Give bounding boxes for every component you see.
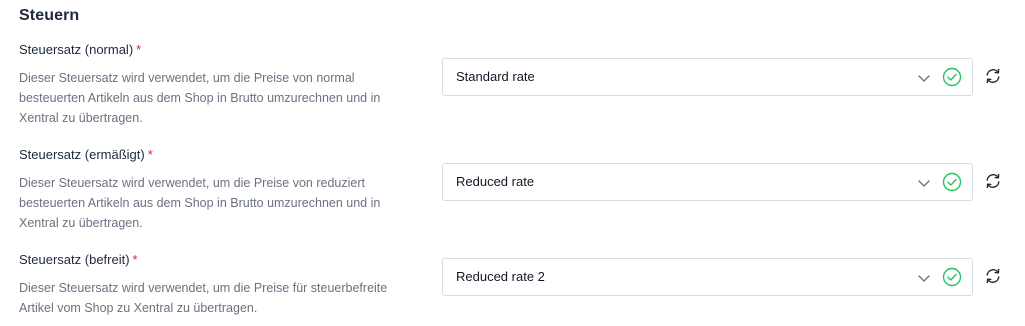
refresh-icon[interactable]	[984, 67, 1002, 85]
refresh-icon[interactable]	[984, 267, 1002, 285]
field-description: Dieser Steuersatz wird verwendet, um die…	[19, 281, 388, 315]
required-marker: *	[147, 147, 153, 162]
taxes-section: Steuern Steuersatz (normal) * Dieser Steu…	[0, 0, 1025, 326]
chevron-down-icon[interactable]	[917, 176, 931, 190]
field-label: Steuersatz (normal) *	[19, 42, 141, 57]
check-circle-icon	[942, 67, 962, 87]
select-value: Reduced rate	[456, 174, 535, 189]
required-marker: *	[132, 252, 138, 267]
field-label-text: Steuersatz (ermäßigt)	[19, 147, 145, 162]
chevron-down-icon[interactable]	[917, 71, 931, 85]
chevron-down-icon[interactable]	[917, 271, 931, 285]
field-description: Dieser Steuersatz wird verwendet, um die…	[19, 176, 381, 230]
tax-rate-normal-select[interactable]: Standard rate	[442, 58, 973, 96]
required-marker: *	[136, 42, 142, 57]
tax-rate-reduced-select[interactable]: Reduced rate	[442, 163, 973, 201]
check-circle-icon	[942, 267, 962, 287]
tax-rate-exempt-select[interactable]: Reduced rate 2	[442, 258, 973, 296]
refresh-icon[interactable]	[984, 172, 1002, 190]
field-label-text: Steuersatz (befreit)	[19, 252, 130, 267]
field-label: Steuersatz (ermäßigt) *	[19, 147, 153, 162]
select-value: Standard rate	[456, 69, 535, 84]
field-description: Dieser Steuersatz wird verwendet, um die…	[19, 71, 381, 125]
select-value: Reduced rate 2	[456, 269, 545, 284]
section-title: Steuern	[19, 7, 80, 24]
check-circle-icon	[942, 172, 962, 192]
field-label: Steuersatz (befreit) *	[19, 252, 138, 267]
field-label-text: Steuersatz (normal)	[19, 42, 134, 57]
